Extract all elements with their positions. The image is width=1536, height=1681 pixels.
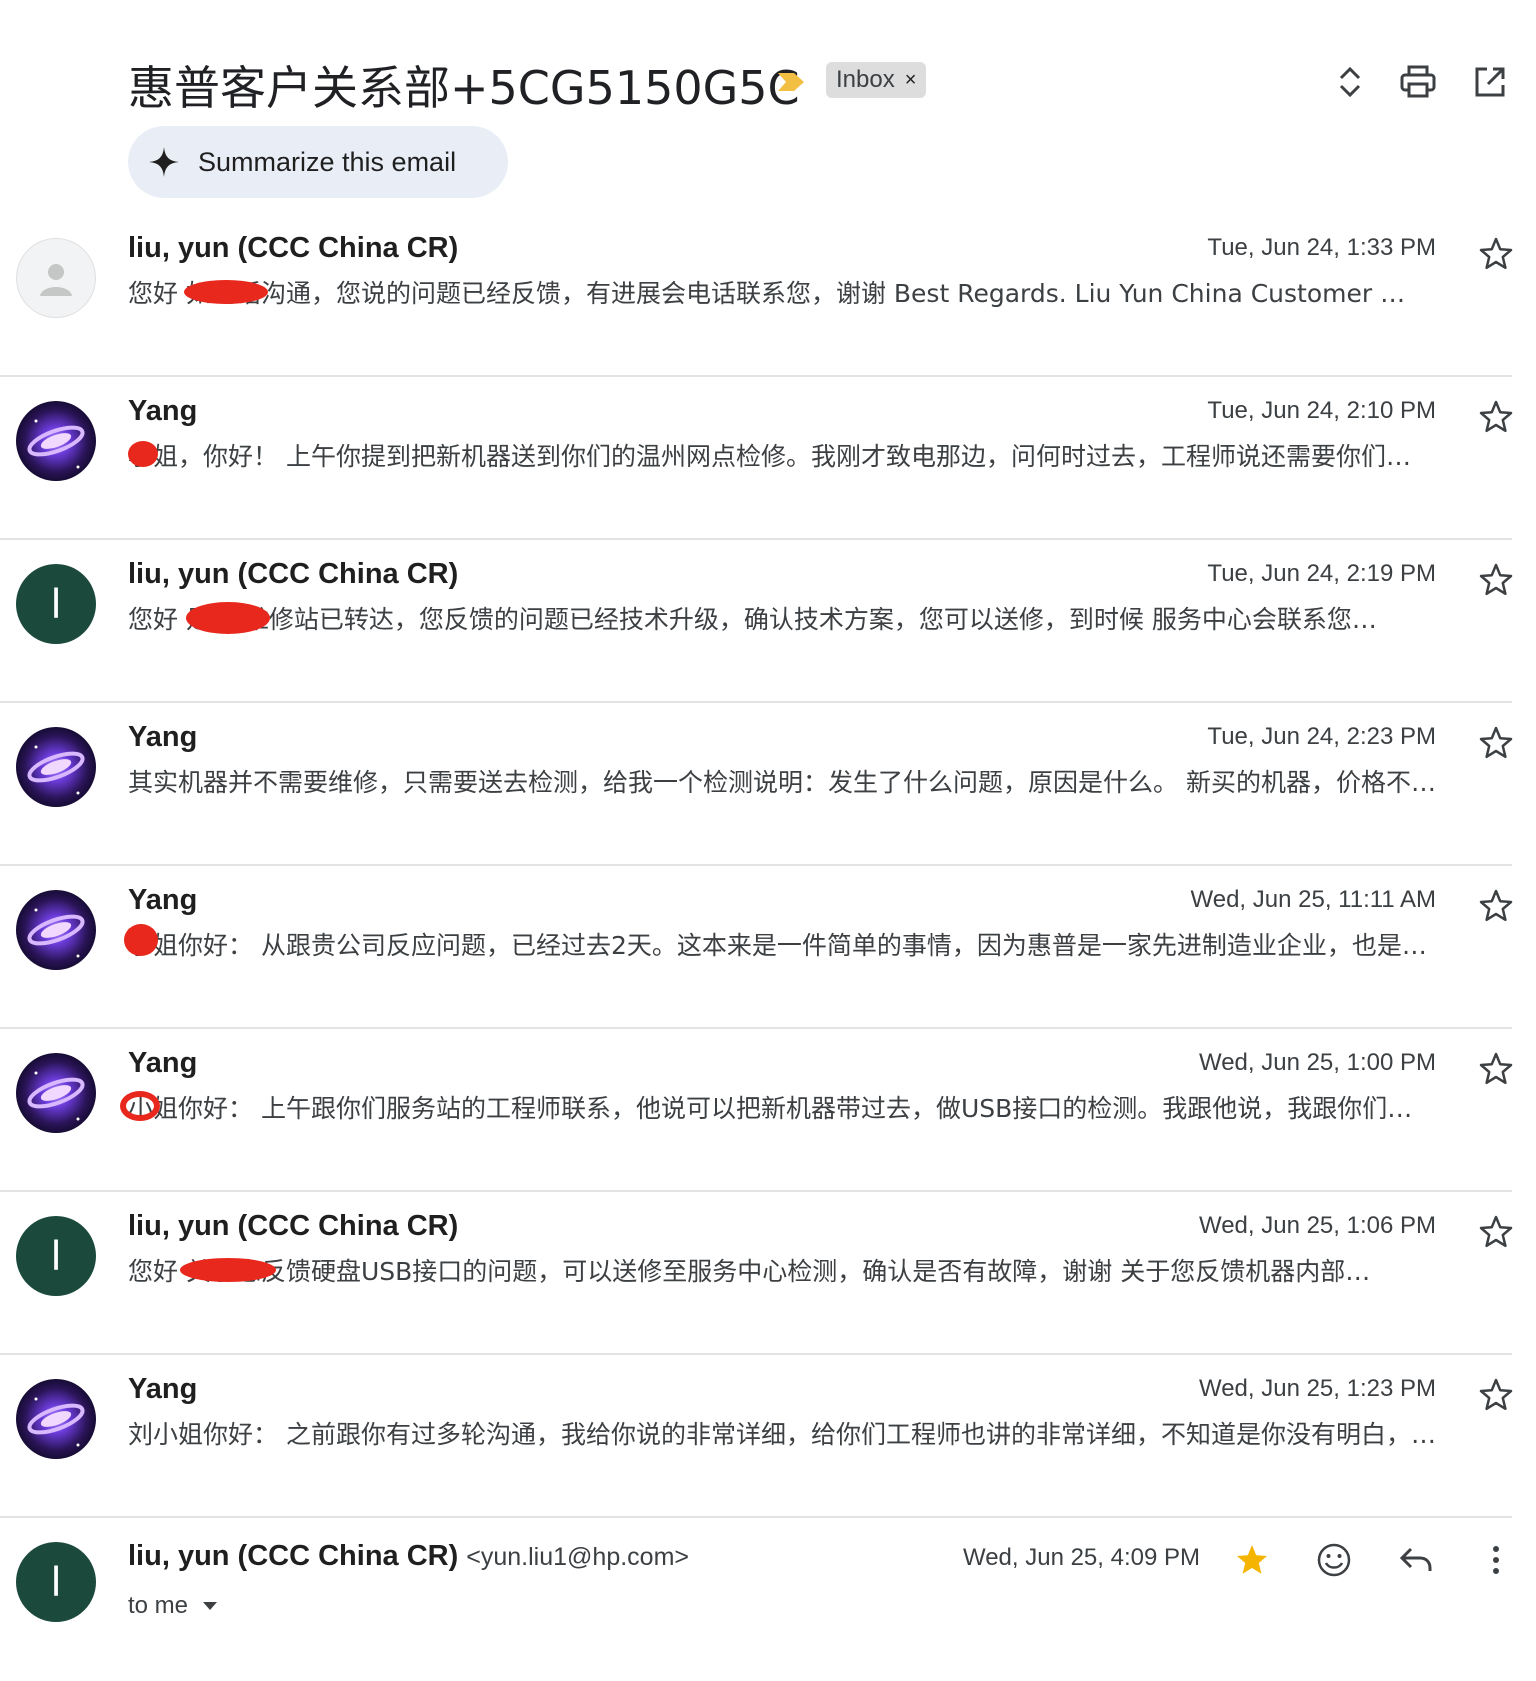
subject-row: 惠普客户关系部+5CG5150G5C Inbox × (0, 40, 1536, 120)
redaction-mark (184, 280, 268, 304)
emoji-icon[interactable] (1314, 1540, 1354, 1580)
summarize-email-button[interactable]: Summarize this email (128, 126, 508, 198)
message-snippet: 小姐你好： 上午跟你们服务站的工程师联系，他说可以把新机器带过去，做USB接口的… (128, 1094, 1413, 1123)
summarize-label: Summarize this email (198, 146, 457, 177)
star-icon[interactable] (1478, 1051, 1514, 1087)
expanded-message-header[interactable]: l liu, yun (CCC China CR) <yun.liu1@hp.co… (0, 1518, 1512, 1681)
message-snippet: 刘小姐你好： 之前跟你有过多轮沟通，我给你说的非常详细，给你们工程师也讲的非常详… (128, 1420, 1436, 1449)
avatar (16, 1053, 96, 1133)
galaxy-image-icon (27, 1397, 85, 1447)
recipients-label: to me (128, 1592, 189, 1619)
message-snippet: 小姐你好： 从跟贵公司反应问题，已经过去2天。这本来是一件简单的事情，因为惠普是… (128, 931, 1427, 960)
avatar: l (16, 1542, 96, 1622)
email-subject: 惠普客户关系部+5CG5150G5C (128, 61, 800, 115)
sender-email: <yun.liu1@hp.com> (466, 1543, 689, 1571)
inbox-label: Inbox (836, 66, 895, 93)
star-icon[interactable] (1478, 1214, 1514, 1250)
message-snippet: 小姐，你好！ 上午你提到把新机器送到你们的温州网点检修。我刚才致电那边，问何时过… (128, 442, 1411, 471)
sender-name: Yang (128, 721, 198, 753)
avatar (16, 401, 96, 481)
open-in-new-window-icon[interactable] (1470, 62, 1510, 102)
sender-name: liu, yun (CCC China CR) (128, 1210, 459, 1242)
avatar: l (16, 1216, 96, 1296)
sender-name: liu, yun (CCC China CR) (128, 232, 459, 264)
chevron-down-icon (203, 1602, 218, 1610)
avatar (16, 1379, 96, 1459)
galaxy-image-icon (27, 745, 85, 795)
message-date: Wed, Jun 25, 1:06 PM (1198, 1212, 1436, 1239)
avatar (16, 238, 96, 318)
redaction-mark (186, 602, 270, 634)
message-snippet: 其实机器并不需要维修，只需要送去检测，给我一个检测说明：发生了什么问题，原因是什… (128, 768, 1436, 797)
galaxy-image-icon (27, 419, 85, 469)
star-icon[interactable] (1478, 562, 1514, 598)
inbox-label-chip[interactable]: Inbox × (826, 62, 927, 98)
sender-name: Yang (128, 1373, 198, 1405)
sender-name: Yang (128, 1047, 198, 1079)
more-vert-icon[interactable] (1476, 1540, 1516, 1580)
print-icon[interactable] (1398, 62, 1438, 102)
message-date: Tue, Jun 24, 1:33 PM (1207, 234, 1436, 261)
message-snippet: 您好 关于您反馈硬盘USB接口的问题，可以送修至服务中心检测，确认是否有故障，谢… (128, 1257, 1371, 1286)
sender-name-text: liu, yun (CCC China CR) (128, 1540, 459, 1572)
collapsed-message[interactable]: l liu, yun (CCC China CR) Tue, Jun 24, 2… (0, 540, 1514, 703)
sender-name: Yang (128, 884, 198, 916)
message-thread: liu, yun (CCC China CR) Tue, Jun 24, 1:3… (0, 214, 1536, 1681)
galaxy-image-icon (27, 908, 85, 958)
collapsed-message[interactable]: Yang Wed, Jun 25, 1:23 PM 刘小姐你好： 之前跟你有过多… (0, 1355, 1514, 1518)
collapsed-message[interactable]: liu, yun (CCC China CR) Tue, Jun 24, 1:3… (0, 214, 1514, 377)
sparkle-icon (149, 147, 179, 177)
collapsed-message[interactable]: Yang Wed, Jun 25, 1:00 PM 小姐你好： 上午跟你们服务站… (0, 1029, 1514, 1192)
collapsed-message[interactable]: l liu, yun (CCC China CR) Wed, Jun 25, 1… (0, 1192, 1514, 1355)
redaction-mark (124, 924, 158, 956)
default-person-icon (40, 264, 72, 296)
message-date: Tue, Jun 24, 2:19 PM (1207, 560, 1436, 587)
collapsed-message[interactable]: Yang Wed, Jun 25, 11:11 AM 小姐你好： 从跟贵公司反应… (0, 866, 1514, 1029)
reply-icon[interactable] (1396, 1540, 1436, 1580)
star-icon[interactable] (1478, 1377, 1514, 1413)
galaxy-image-icon (27, 1071, 85, 1121)
importance-marker-icon[interactable] (776, 70, 806, 94)
avatar (16, 890, 96, 970)
star-filled-icon[interactable] (1232, 1540, 1272, 1580)
message-date: Tue, Jun 24, 2:23 PM (1207, 723, 1436, 750)
remove-label-icon[interactable]: × (905, 70, 917, 90)
message-snippet: 您好 如电话沟通，您说的问题已经反馈，有进展会电话联系您，谢谢 Best Reg… (128, 279, 1406, 308)
redaction-mark (128, 441, 158, 467)
sender-name: Yang (128, 395, 198, 427)
unfold-icon[interactable] (1330, 62, 1370, 102)
message-date: Wed, Jun 25, 11:11 AM (1190, 886, 1436, 913)
message-date: Wed, Jun 25, 4:09 PM (962, 1544, 1200, 1571)
message-date: Wed, Jun 25, 1:23 PM (1198, 1375, 1436, 1402)
sender-name: liu, yun (CCC China CR) (128, 558, 459, 590)
star-icon[interactable] (1478, 236, 1514, 272)
redaction-mark (180, 1258, 276, 1282)
recipients-toggle[interactable]: to me (128, 1592, 218, 1620)
sender-name: liu, yun (CCC China CR) <yun.liu1@hp.com> (128, 1540, 689, 1573)
message-date: Tue, Jun 24, 2:10 PM (1207, 397, 1436, 424)
avatar (16, 727, 96, 807)
collapsed-message[interactable]: Yang Tue, Jun 24, 2:10 PM 小姐，你好！ 上午你提到把新… (0, 377, 1514, 540)
avatar: l (16, 564, 96, 644)
collapsed-message[interactable]: Yang Tue, Jun 24, 2:23 PM 其实机器并不需要维修，只需要… (0, 703, 1514, 866)
message-snippet: 您好 是的 维修站已转达，您反馈的问题已经技术升级，确认技术方案，您可以送修，到… (128, 605, 1377, 634)
star-icon[interactable] (1478, 725, 1514, 761)
star-icon[interactable] (1478, 399, 1514, 435)
message-date: Wed, Jun 25, 1:00 PM (1198, 1049, 1436, 1076)
redaction-mark (120, 1091, 160, 1121)
star-icon[interactable] (1478, 888, 1514, 924)
